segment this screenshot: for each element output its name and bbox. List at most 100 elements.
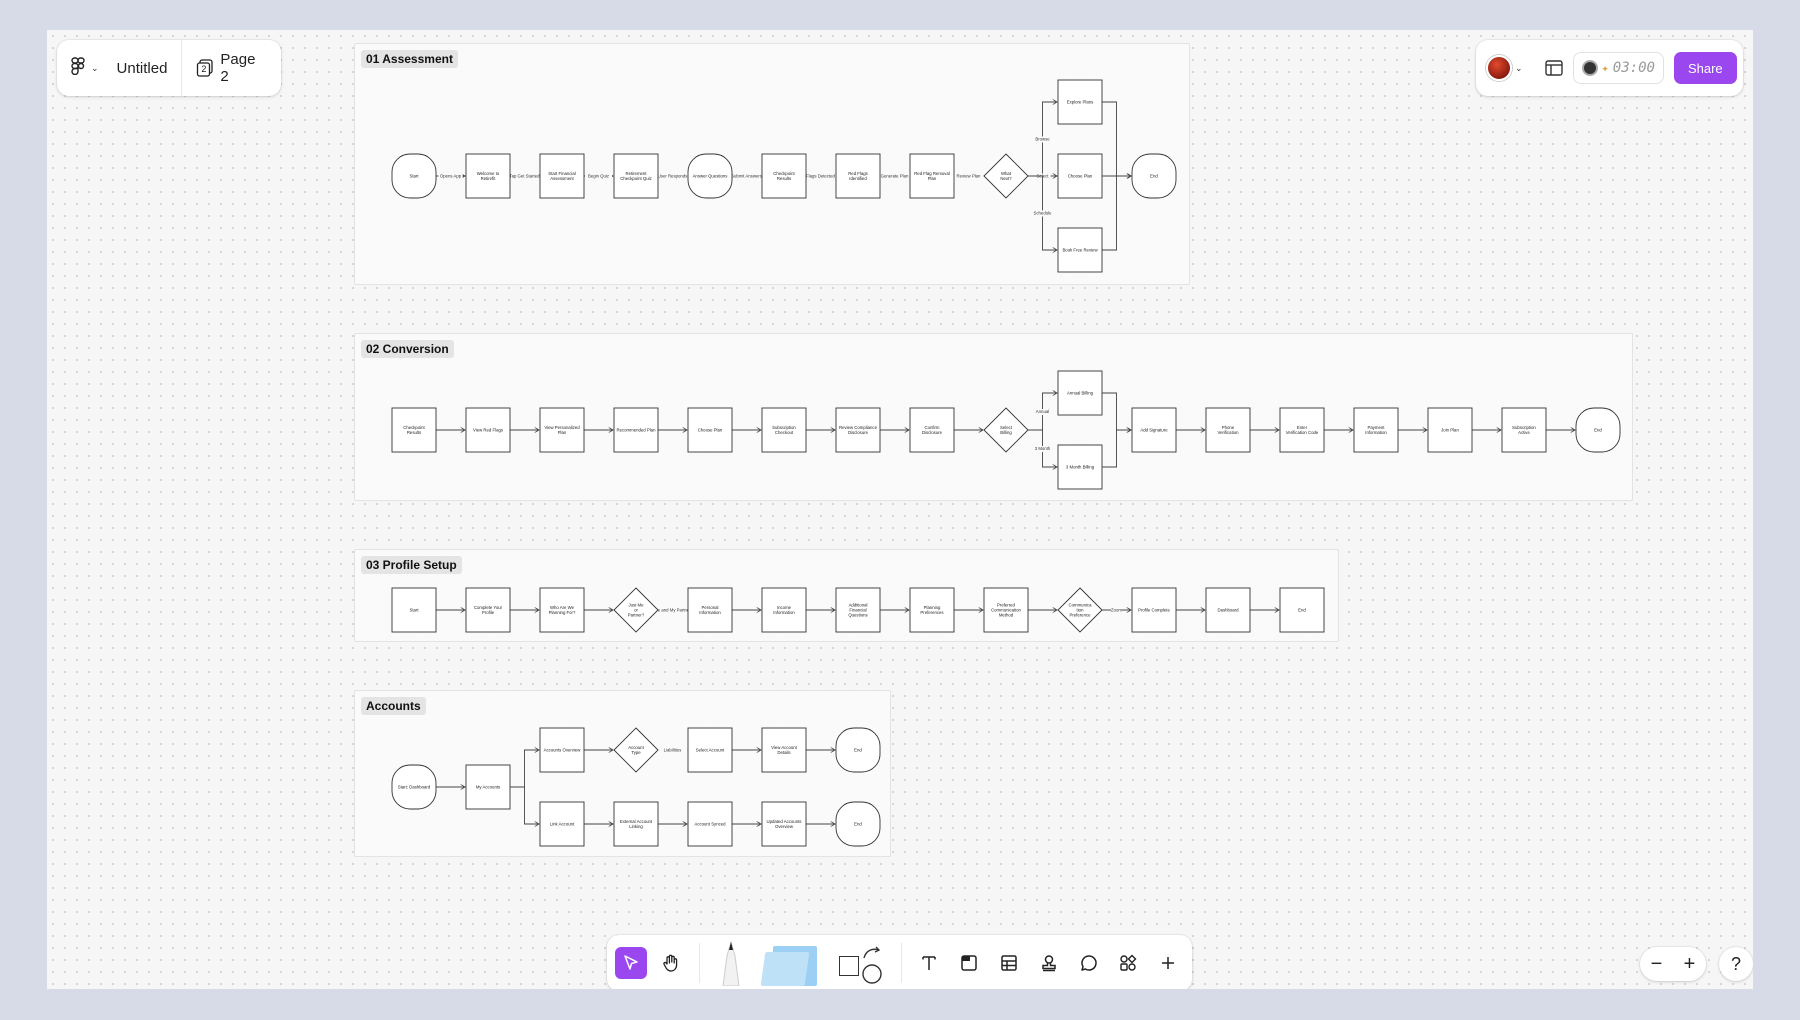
timer[interactable]: ✦ 03:00 [1572,52,1664,84]
text-icon[interactable] [914,947,946,979]
comment-icon[interactable] [1073,947,1105,979]
flow-node-link-account[interactable]: Link Account [539,801,585,847]
flow-node-enter-verification-code[interactable]: Enter Verification Code [1279,407,1325,453]
widgets-icon[interactable] [1112,947,1144,979]
edge-label: Flags Detected [806,174,836,179]
flow-node-communica-tion-preference[interactable]: Communica tion Preference [1057,587,1103,633]
share-button[interactable]: Share [1673,52,1737,84]
flow-node-answer-questions[interactable]: Answer Questions [687,153,733,199]
flow-node-confirm-disclosure[interactable]: Confirm Disclosure [909,407,955,453]
flow-node-account-synced[interactable]: Account Synced [687,801,733,847]
section-assessment[interactable]: 01 Assessment Opens App Tap Get Started Be… [354,43,1190,285]
connector-b10-b12[interactable] [1102,392,1131,430]
flow-node-book-free-review[interactable]: Book Free Review [1057,227,1103,273]
edge-label: Review Plan [957,174,981,179]
flow-node-profile-complete[interactable]: Profile Complete [1131,587,1177,633]
flow-node-personal-information[interactable]: Personal Information [687,587,733,633]
connector-a12-a13[interactable] [1102,176,1131,251]
flow-node-add-signature[interactable]: Add Signature [1131,407,1177,453]
plus-icon[interactable] [1152,947,1184,979]
flow-node-3-month-billing[interactable]: 3 Month Billing [1057,444,1103,490]
flow-node-review-compliance-disclosure[interactable]: Review Compliance Disclosure [835,407,881,453]
zoom-in-button[interactable]: + [1684,953,1696,976]
flow-node-planning-preferences[interactable]: Planning Preferences [909,587,955,633]
flow-node-income-information[interactable]: Income Information [761,587,807,633]
pen-icon[interactable] [712,940,752,986]
flow-node-view-personalized-plan[interactable]: View Personalized Plan [539,407,585,453]
connector-a10-a13[interactable] [1102,101,1131,176]
flow-node-start-financial-assessment[interactable]: Start Financial Assessment [539,153,585,199]
section-icon[interactable] [953,947,985,979]
flow-node-checkpoint-results[interactable]: Checkpoint Results [391,407,437,453]
section-conversion[interactable]: 02 Conversion Annual 3 Month Checkpoint Res… [354,333,1633,501]
flow-node-choose-plan[interactable]: Choose Plan [1057,153,1103,199]
page-label: Page 2 [220,51,256,85]
cursor-icon[interactable] [615,947,647,979]
section-accounts[interactable]: Accounts Liabilities Start: Dashboard My A… [354,690,891,857]
flow-node-recommended-plan[interactable]: Recommended Plan [613,407,659,453]
flow-node-select-account[interactable]: Select Account [687,727,733,773]
flow-node-end[interactable]: End [1131,153,1177,199]
flow-node-dashboard[interactable]: Dashboard [1205,587,1251,633]
avatar-menu[interactable]: ⌄ [1486,55,1523,81]
flow-node-subscription-active[interactable]: Subscription Active [1501,407,1547,453]
flow-node-payment-information[interactable]: Payment Information [1353,407,1399,453]
file-name[interactable]: Untitled [113,40,182,96]
flow-node-end[interactable]: End [1575,407,1621,453]
flow-node-preferred-communication-method[interactable]: Preferred Communication Method [983,587,1029,633]
flow-node-retirement-checkpoint-quiz[interactable]: Retirement Checkpoint Quiz [613,153,659,199]
section-profile-setup[interactable]: 03 Profile Setup Me and My Partner Zoom St… [354,549,1339,642]
flow-node-just-me-or-partner[interactable]: Just Me or Partner? [613,587,659,633]
flow-node-view-red-flags[interactable]: View Red Flags [465,407,511,453]
flow-node-start[interactable]: Start [391,153,437,199]
flow-node-phone-verification[interactable]: Phone Verification [1205,407,1251,453]
flow-node-accounts-overview[interactable]: Accounts Overview [539,727,585,773]
flow-node-updated-accounts-overview[interactable]: Updated Accounts Overview [761,801,807,847]
flow-node-account-type[interactable]: Account Type [613,727,659,773]
flow-node-additional-financial-questions[interactable]: Additional Financial Questions [835,587,881,633]
hand-icon[interactable] [655,947,687,979]
connector-d2-d3[interactable] [510,750,539,788]
svg-text:WhatNext?: What Next? [1000,171,1012,181]
svg-text:My Accounts: My Accounts [476,785,500,790]
flow-node-complete-your-profile[interactable]: Complete Your Profile [465,587,511,633]
flow-node-choose-plan[interactable]: Choose Plan [687,407,733,453]
file-title[interactable]: Untitled [117,60,168,77]
flow-node-join-plan[interactable]: Join Plan [1427,407,1473,453]
flow-node-welcome-to-retirefit[interactable]: Welcome to Retirefit [465,153,511,199]
table-icon[interactable] [993,947,1025,979]
shapes-icon[interactable] [829,940,889,986]
flow-node-external-account-linking[interactable]: External Account Linking [613,801,659,847]
svg-text:Select Account: Select Account [696,748,725,753]
flow-node-end[interactable]: End [1279,587,1325,633]
avatar[interactable] [1486,55,1512,81]
connector-d2-d8[interactable] [510,786,539,824]
flow-node-annual-billing[interactable]: Annual Billing [1057,370,1103,416]
zoom-out-button[interactable]: − [1651,953,1663,976]
flow-node-end[interactable]: End [835,727,881,773]
stamp-icon[interactable] [1033,947,1065,979]
collab-toolbar: ⌄ ✦ 03:00 Share [1476,40,1743,96]
sticky-note-icon[interactable] [759,940,821,986]
flow-node-subscription-checkout[interactable]: Subscription Checkout [761,407,807,453]
flow-node-select-billing[interactable]: Select Billing [983,407,1029,453]
flow-node-my-accounts[interactable]: My Accounts [465,764,511,810]
flow-node-start-dashboard[interactable]: Start: Dashboard [391,764,437,810]
main-menu-button[interactable]: ⌄ [57,40,113,96]
flow-node-checkpoint-results[interactable]: Checkpoint Results [761,153,807,199]
page-switcher[interactable]: 2 Page 2 [182,40,281,96]
flow-node-view-account-details[interactable]: View Account Details [761,727,807,773]
flow-node-end[interactable]: End [835,801,881,847]
layout-icon[interactable] [1544,60,1563,76]
flow-node-red-flag-removal-plan[interactable]: Red Flag Removal Plan [909,153,955,199]
svg-text:Annual Billing: Annual Billing [1067,391,1094,396]
connector-b11-b12[interactable] [1102,430,1131,468]
flow-node-what-next[interactable]: What Next? [983,153,1029,199]
flow-node-who-are-we-planning-for[interactable]: Who Are We Planning For? [539,587,585,633]
whiteboard-canvas[interactable]: 01 Assessment Opens App Tap Get Started Be… [47,30,1753,989]
flow-node-explore-plans[interactable]: Explore Plans [1057,79,1103,125]
svg-text:End: End [1150,174,1158,179]
flow-node-start[interactable]: Start [391,587,437,633]
flow-node-red-flags-identified[interactable]: Red Flags Identified [835,153,881,199]
help-button[interactable]: ? [1719,947,1753,981]
